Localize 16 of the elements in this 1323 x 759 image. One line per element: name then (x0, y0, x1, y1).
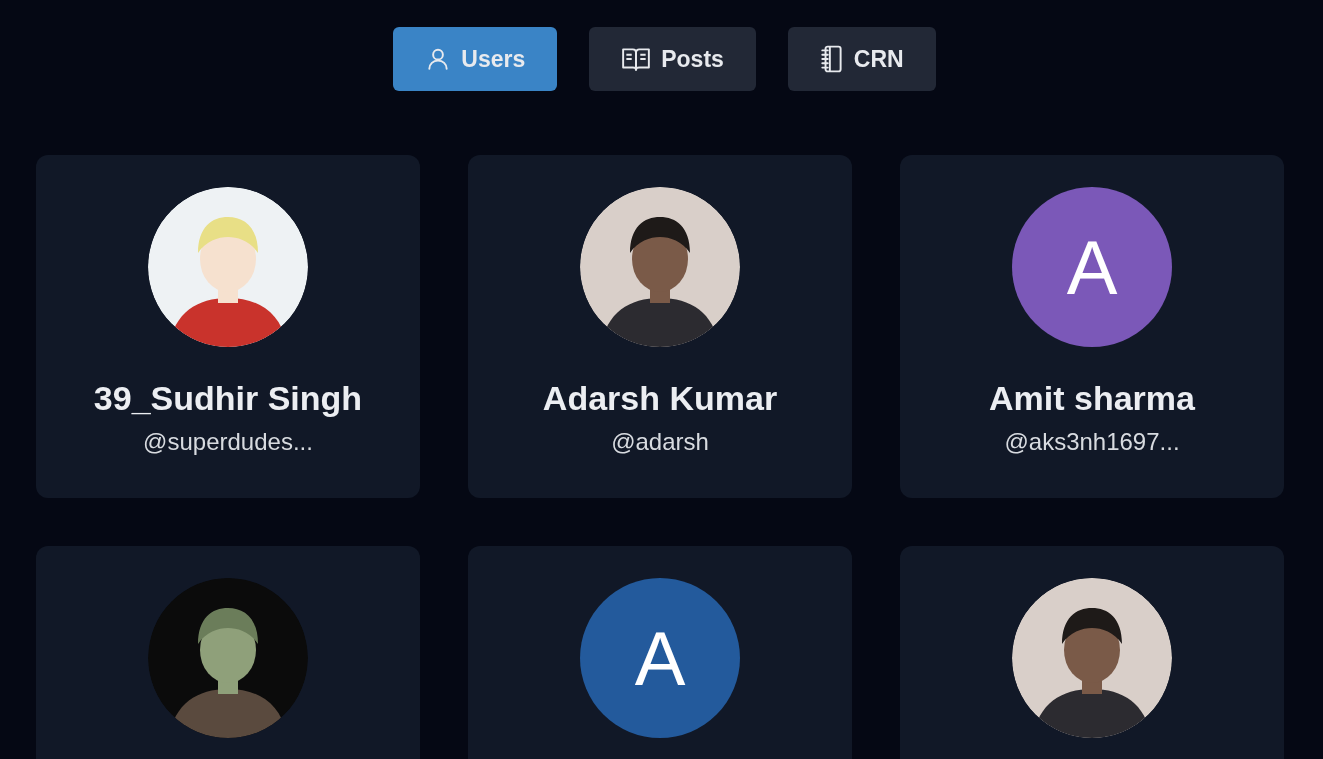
book-icon (621, 46, 652, 72)
user-card[interactable]: 39_Sudhir Singh @superdudes... (36, 155, 420, 498)
user-handle: @superdudes... (143, 428, 313, 456)
user-card[interactable]: A Amit sharma @aks3nh1697... (900, 155, 1284, 498)
avatar: A (1012, 187, 1172, 347)
avatar: A (580, 578, 740, 738)
user-name: Adarsh Kumar (542, 379, 778, 418)
user-card[interactable]: A (468, 546, 852, 759)
user-handle: @aks3nh1697... (1004, 428, 1180, 456)
user-name: Amit sharma (989, 379, 1195, 418)
tab[interactable]: CRN (787, 27, 936, 91)
notebook-icon (819, 45, 844, 73)
user-name: 39_Sudhir Singh (93, 379, 363, 418)
tab[interactable]: Posts (589, 27, 756, 91)
user-card[interactable]: Adarsh Kumar @adarsh (468, 155, 852, 498)
user-handle: @adarsh (611, 428, 709, 456)
